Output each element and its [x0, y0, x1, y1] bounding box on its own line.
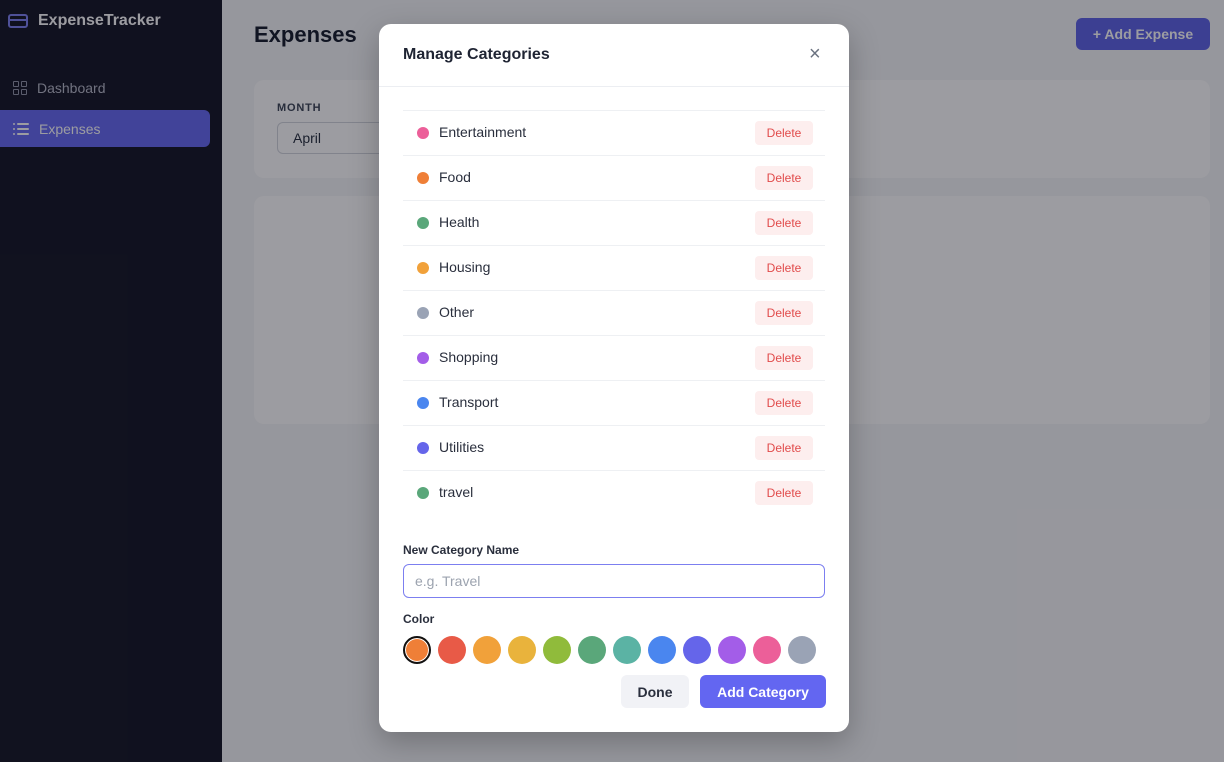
color-swatch[interactable]	[648, 636, 676, 664]
category-name: Housing	[439, 259, 491, 275]
color-swatch[interactable]	[683, 636, 711, 664]
list-item: Utilities Delete	[403, 426, 825, 471]
add-category-button[interactable]: Add Category	[700, 675, 826, 708]
color-swatch[interactable]	[473, 636, 501, 664]
color-swatches	[403, 636, 816, 664]
delete-button[interactable]: Delete	[755, 166, 813, 190]
category-list: Entertainment Delete Food Delete Health …	[403, 110, 825, 510]
modal-title: Manage Categories	[403, 46, 550, 63]
color-dot	[417, 487, 429, 499]
color-dot	[417, 307, 429, 319]
delete-button[interactable]: Delete	[755, 391, 813, 415]
list-item: Health Delete	[403, 201, 825, 246]
delete-button[interactable]: Delete	[755, 121, 813, 145]
category-name: Utilities	[439, 439, 485, 455]
new-category-name-label: New Category Name	[403, 543, 520, 557]
category-name: Food	[439, 169, 471, 185]
color-swatch[interactable]	[753, 636, 781, 664]
color-dot	[417, 217, 429, 229]
new-category-name-input[interactable]	[403, 564, 825, 598]
category-name: Transport	[439, 394, 499, 410]
color-dot	[417, 127, 429, 139]
color-swatch[interactable]	[403, 636, 431, 664]
color-swatch[interactable]	[613, 636, 641, 664]
color-swatch[interactable]	[508, 636, 536, 664]
category-name: travel	[439, 484, 474, 500]
list-item: Shopping Delete	[403, 336, 825, 381]
category-name: Entertainment	[439, 124, 527, 140]
color-swatch[interactable]	[718, 636, 746, 664]
list-item: Other Delete	[403, 291, 825, 336]
delete-button[interactable]: Delete	[755, 481, 813, 505]
category-name: Shopping	[439, 349, 499, 365]
color-dot	[417, 442, 429, 454]
list-item: Housing Delete	[403, 246, 825, 291]
category-name: Health	[439, 214, 480, 230]
color-swatch[interactable]	[543, 636, 571, 664]
list-item: Transport Delete	[403, 381, 825, 426]
done-button[interactable]: Done	[621, 675, 689, 708]
delete-button[interactable]: Delete	[755, 211, 813, 235]
close-icon[interactable]: ×	[803, 42, 825, 65]
delete-button[interactable]: Delete	[755, 301, 813, 325]
color-dot	[417, 172, 429, 184]
color-swatch[interactable]	[578, 636, 606, 664]
color-dot	[417, 262, 429, 274]
color-dot	[417, 352, 429, 364]
list-item: Entertainment Delete	[403, 110, 825, 156]
color-label: Color	[403, 612, 435, 626]
category-name: Other	[439, 304, 475, 320]
delete-button[interactable]: Delete	[755, 346, 813, 370]
delete-button[interactable]: Delete	[755, 436, 813, 460]
list-item: travel Delete	[403, 471, 825, 510]
list-item: Food Delete	[403, 156, 825, 201]
modal-header: Manage Categories ×	[379, 24, 849, 87]
color-swatch[interactable]	[788, 636, 816, 664]
color-dot	[417, 397, 429, 409]
color-swatch[interactable]	[438, 636, 466, 664]
delete-button[interactable]: Delete	[755, 256, 813, 280]
manage-categories-modal: Manage Categories × Entertainment Delete…	[379, 24, 849, 732]
